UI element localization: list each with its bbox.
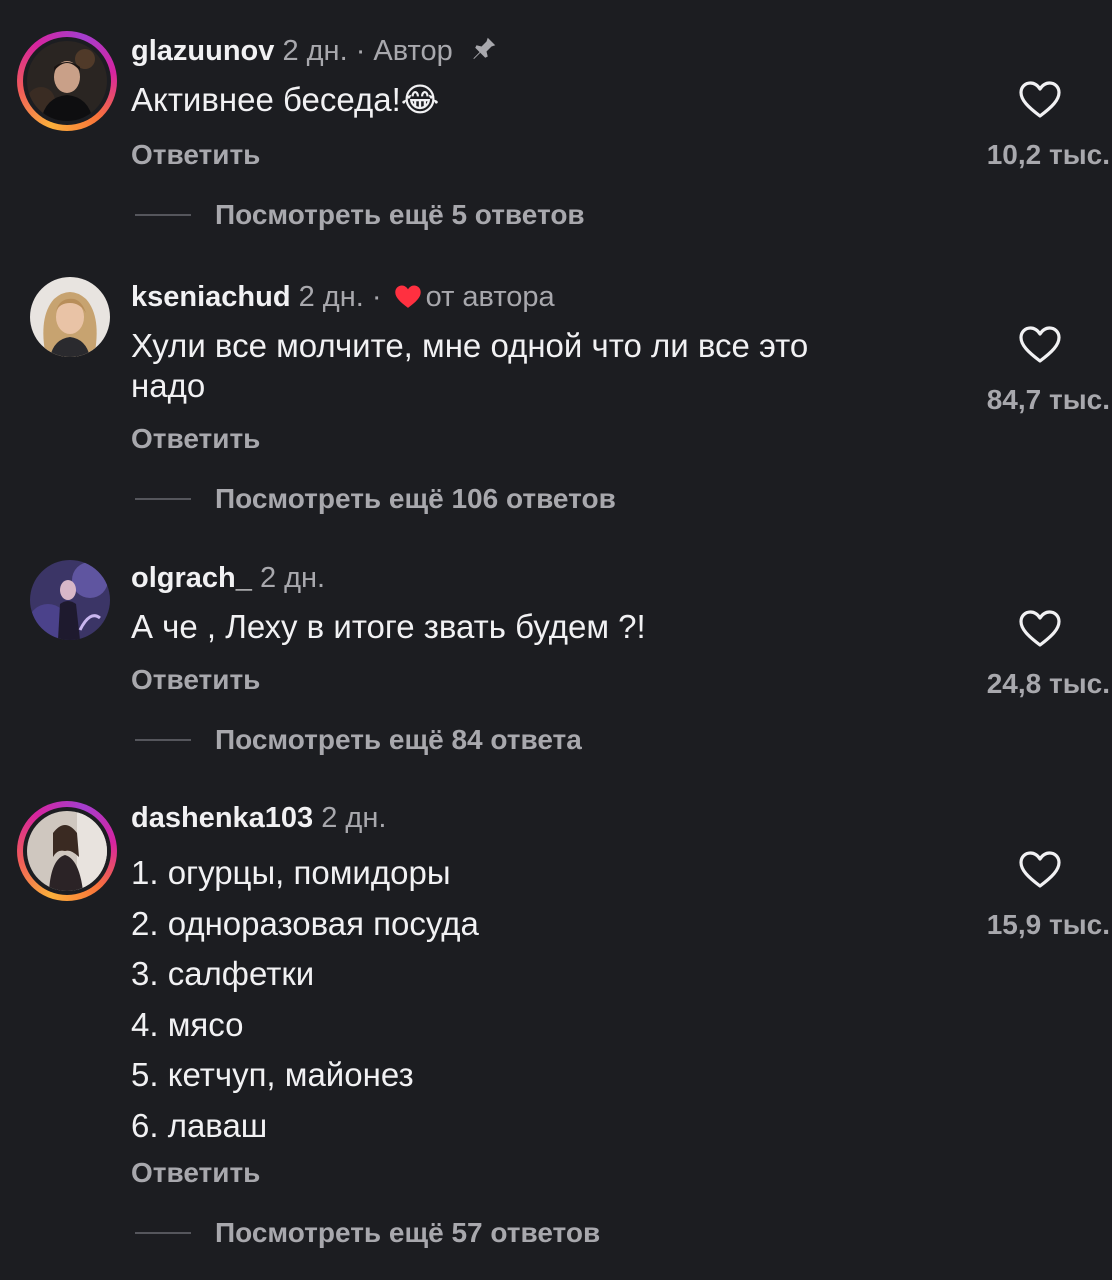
comment-text: 1. огурцы, помидоры 2. одноразовая посуд…: [131, 848, 479, 1151]
view-replies-label: Посмотреть ещё 57 ответов: [215, 1217, 601, 1248]
like-count: 84,7 тыс.: [986, 384, 1110, 415]
separator: ·: [363, 281, 390, 313]
avatar[interactable]: [30, 277, 110, 357]
comment-text-line: надо: [131, 367, 206, 404]
like-count: 10,2 тыс.: [986, 139, 1110, 170]
like-count: 24,8 тыс.: [986, 668, 1110, 699]
comment-text-line: 6. лаваш: [131, 1106, 268, 1144]
like-count: 15,9 тыс.: [986, 909, 1110, 940]
comment-text: А че , Леху в итоге звать будем ?!: [131, 607, 646, 647]
username[interactable]: kseniachud: [131, 281, 291, 313]
comment-text-line: 3. салфетки: [131, 955, 315, 992]
view-replies-button[interactable]: Посмотреть ещё 106 ответов: [135, 482, 616, 516]
view-replies-button[interactable]: Посмотреть ещё 84 ответа: [135, 723, 582, 757]
reply-button[interactable]: Ответить: [131, 138, 260, 172]
comment-text-line: 2. одноразовая посуда: [131, 904, 479, 942]
replies-divider: [135, 213, 191, 216]
liked-by-author-tag: от автора: [425, 281, 555, 313]
heart-outline-icon[interactable]: [1018, 325, 1062, 365]
comment-text: Хули все молчите, мне одной что ли все э…: [131, 326, 808, 406]
comment-text: Активнее беседа!😂: [131, 80, 439, 120]
username[interactable]: olgrach_: [131, 562, 252, 594]
reply-button[interactable]: Ответить: [131, 422, 260, 456]
reply-button[interactable]: Ответить: [131, 1156, 260, 1190]
view-replies-button[interactable]: Посмотреть ещё 5 ответов: [135, 198, 585, 232]
username[interactable]: dashenka103: [131, 802, 313, 834]
replies-divider: [135, 1231, 191, 1234]
comment-text-line: Хули все молчите, мне одной что ли все э…: [131, 327, 809, 364]
replies-divider: [135, 497, 191, 500]
avatar-story-ring[interactable]: [17, 31, 117, 131]
view-replies-label: Посмотреть ещё 84 ответа: [215, 724, 582, 755]
comment-text-line: 1. огурцы, помидоры: [131, 854, 451, 891]
reply-button[interactable]: Ответить: [131, 663, 260, 697]
comment-text-line: Активнее беседа!😂: [131, 81, 440, 118]
view-replies-button[interactable]: Посмотреть ещё 57 ответов: [135, 1216, 600, 1250]
heart-outline-icon[interactable]: [1018, 850, 1062, 890]
view-replies-label: Посмотреть ещё 5 ответов: [215, 199, 585, 230]
username[interactable]: glazuunov: [131, 35, 274, 67]
heart-filled-icon: [394, 283, 422, 319]
timestamp: 2 дн.: [321, 802, 387, 834]
avatar[interactable]: [27, 41, 107, 121]
avatar[interactable]: [30, 560, 110, 640]
comment-text-line: 5. кетчуп, майонез: [131, 1056, 414, 1093]
timestamp: 2 дн.: [298, 281, 364, 313]
timestamp: 2 дн.: [282, 35, 348, 67]
separator: ·: [347, 35, 374, 67]
author-tag: Автор: [373, 35, 453, 67]
heart-outline-icon[interactable]: [1018, 609, 1062, 649]
heart-outline-icon[interactable]: [1018, 80, 1062, 120]
pin-icon: [469, 34, 499, 73]
avatar-story-ring[interactable]: [17, 801, 117, 901]
view-replies-label: Посмотреть ещё 106 ответов: [215, 483, 616, 514]
comment-text-line: 4. мясо: [131, 1005, 244, 1043]
timestamp: 2 дн.: [259, 562, 326, 594]
avatar[interactable]: [27, 811, 107, 891]
comment-text-line: А че , Леху в итоге звать будем ?!: [131, 608, 646, 645]
replies-divider: [135, 738, 191, 741]
